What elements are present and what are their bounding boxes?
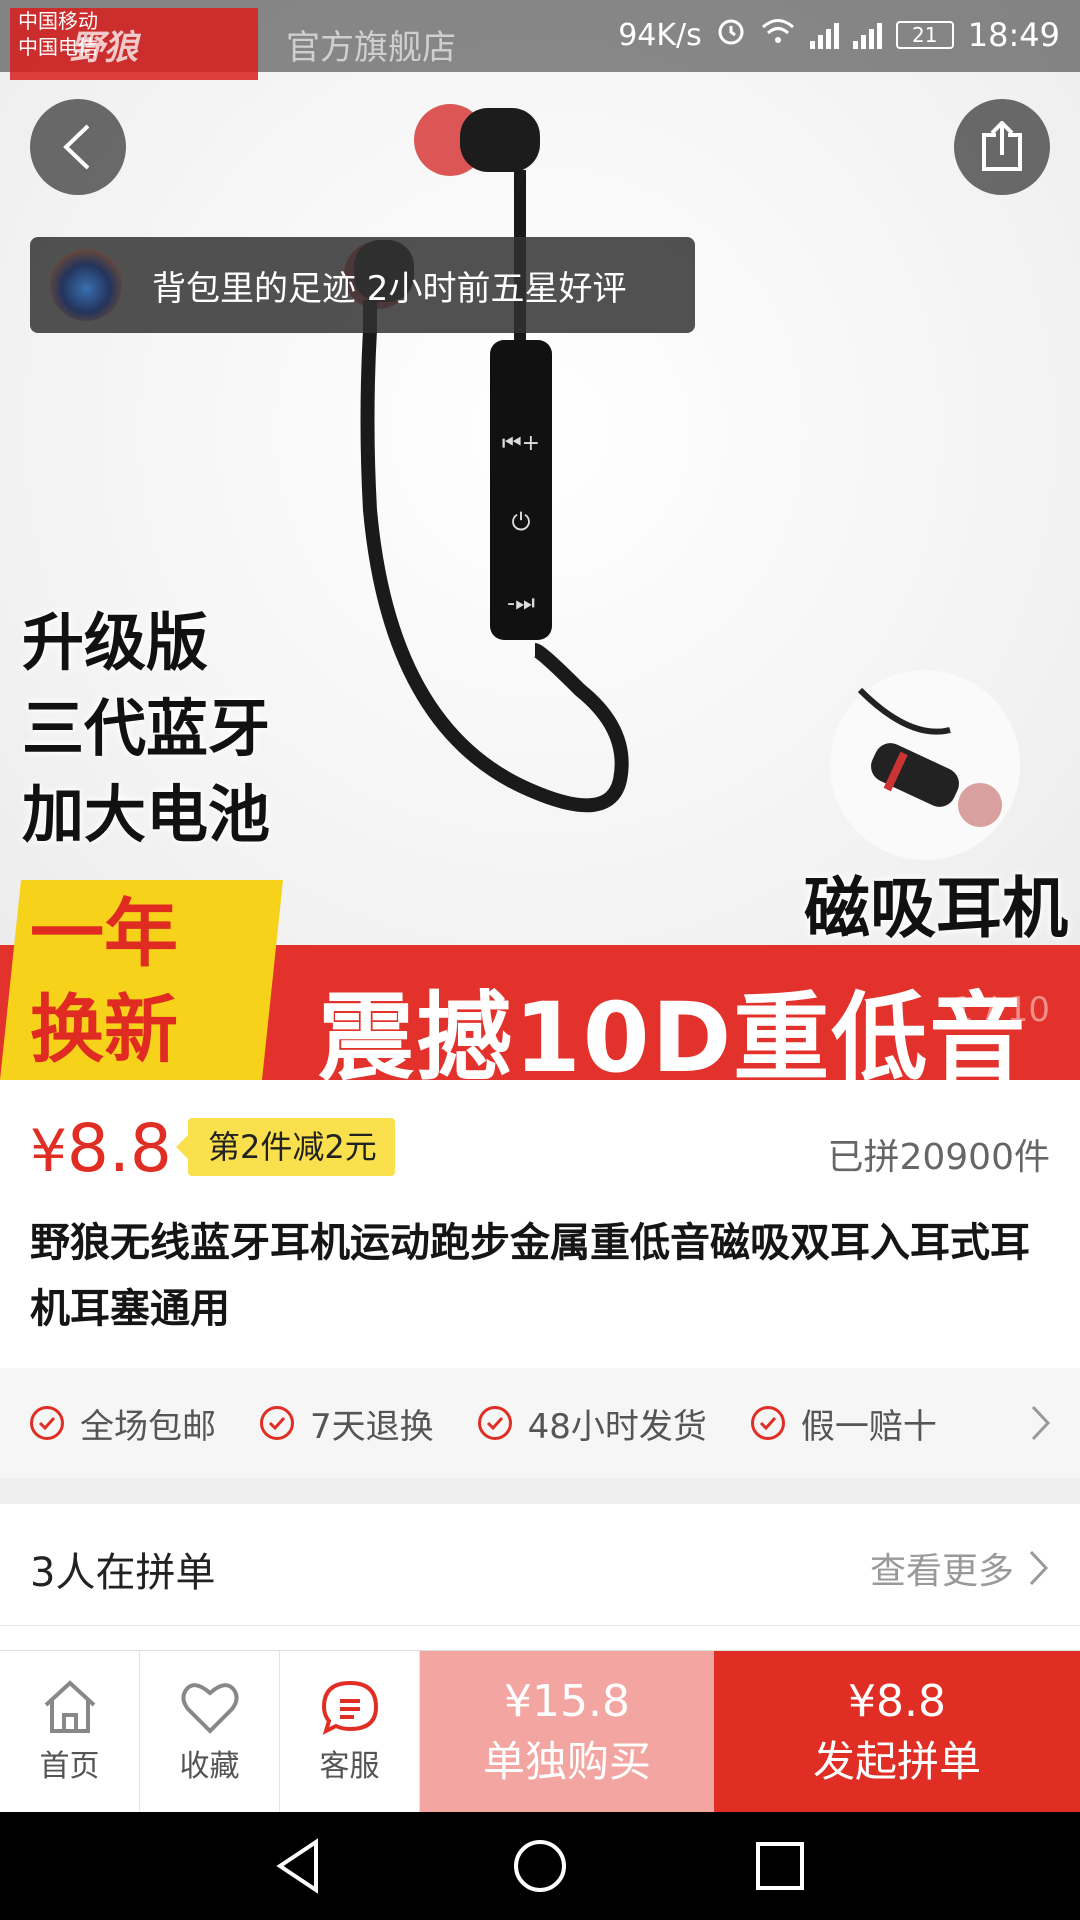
year-line: 一年 bbox=[30, 891, 178, 977]
battery-icon: 21 bbox=[895, 21, 954, 49]
service-item: 假一赔十 bbox=[750, 1399, 937, 1448]
promo-line: 三代蓝牙 bbox=[22, 692, 271, 765]
sold-count: 已拼20900件 bbox=[827, 1137, 1050, 1178]
customer-service-tab[interactable]: 客服 bbox=[280, 1651, 420, 1813]
group-buy-price: ¥8.8 bbox=[848, 1676, 946, 1727]
see-more-label: 查看更多 bbox=[869, 1551, 1014, 1592]
group-buy-row[interactable]: 3人在拼单 查看更多 bbox=[0, 1504, 1080, 1626]
signal-icon-2 bbox=[852, 21, 882, 49]
review-toast: 背包里的足迹 2小时前五星好评 bbox=[30, 237, 695, 333]
wifi-icon bbox=[760, 16, 796, 54]
reviewer-avatar bbox=[50, 249, 122, 321]
start-group-buy-button[interactable]: ¥8.8 发起拼单 bbox=[714, 1651, 1080, 1813]
service-item: 全场包邮 bbox=[30, 1399, 216, 1448]
image-page-indicator: 1 / 10 bbox=[952, 990, 1050, 1030]
price-row: ¥8.8 第2件减2元 已拼20900件 bbox=[30, 1110, 1050, 1190]
carrier-1: 中国移动 bbox=[18, 9, 98, 33]
service-label: 48小时发货 bbox=[527, 1406, 707, 1447]
heart-icon bbox=[180, 1683, 239, 1734]
earphone-illustration: ⏮+ ⏻ -⏭ bbox=[344, 104, 629, 813]
promo-line: 加大电池 bbox=[22, 778, 271, 851]
chevron-left-icon bbox=[63, 124, 90, 170]
carrier-info: 中国移动 中国电信 bbox=[18, 8, 98, 60]
back-button[interactable] bbox=[30, 99, 126, 195]
nav-recents-icon[interactable] bbox=[750, 1836, 810, 1896]
customer-service-label: 客服 bbox=[319, 1749, 380, 1784]
chat-bubble-icon bbox=[321, 1680, 378, 1735]
network-speed: 94K/s bbox=[618, 17, 702, 53]
service-label: 全场包邮 bbox=[80, 1406, 216, 1447]
system-navigation-bar bbox=[0, 1812, 1080, 1920]
home-icon bbox=[44, 1680, 95, 1733]
year-warranty-text: 一年 换新 bbox=[30, 886, 178, 1078]
currency-symbol: ¥ bbox=[30, 1117, 67, 1185]
service-label: 7天退换 bbox=[310, 1406, 434, 1447]
favorite-label: 收藏 bbox=[179, 1749, 240, 1784]
service-label: 假一赔十 bbox=[800, 1406, 937, 1447]
promo-line: 升级版 bbox=[22, 606, 209, 679]
share-icon bbox=[982, 121, 1022, 171]
svg-text:⏻: ⏻ bbox=[512, 508, 531, 536]
review-toast-text: 背包里的足迹 2小时前五星好评 bbox=[152, 268, 627, 309]
share-button[interactable] bbox=[954, 99, 1050, 195]
status-indicators: 94K/s 21 18:49 bbox=[618, 16, 1060, 54]
promo-text-block: 升级版 三代蓝牙 加大电池 bbox=[22, 600, 270, 858]
home-tab[interactable]: 首页 bbox=[0, 1651, 140, 1813]
bottom-action-bar: 首页 收藏 客服 ¥15.8 单独购买 ¥8.8 发起拼单 bbox=[0, 1650, 1080, 1813]
svg-text:⏮+: ⏮+ bbox=[502, 431, 540, 456]
service-guarantee-bar[interactable]: 全场包邮 7天退换 48小时发货 假一赔十 bbox=[0, 1368, 1080, 1478]
service-item: 7天退换 bbox=[260, 1399, 434, 1448]
nav-home-icon[interactable] bbox=[510, 1836, 570, 1896]
chevron-right-icon bbox=[1030, 1404, 1052, 1446]
carrier-2: 中国电信 bbox=[18, 35, 98, 59]
buy-alone-price: ¥15.8 bbox=[504, 1676, 630, 1727]
alarm-icon bbox=[716, 16, 746, 54]
check-circle-icon bbox=[30, 1406, 64, 1440]
group-buy-title: 3人在拼单 bbox=[30, 1550, 216, 1596]
home-label: 首页 bbox=[39, 1749, 100, 1784]
section-divider bbox=[0, 1478, 1080, 1504]
nav-back-icon[interactable] bbox=[270, 1836, 330, 1896]
year-line: 换新 bbox=[30, 987, 178, 1073]
favorite-tab[interactable]: 收藏 bbox=[140, 1651, 280, 1813]
buy-alone-button[interactable]: ¥15.8 单独购买 bbox=[420, 1651, 714, 1813]
bass-slogan: 震撼10D重低音 bbox=[318, 982, 1028, 1080]
see-more-link[interactable]: 查看更多 bbox=[870, 1542, 1050, 1594]
svg-text:-⏭: -⏭ bbox=[507, 591, 535, 616]
product-price: ¥8.8 bbox=[30, 1110, 172, 1187]
check-circle-icon bbox=[260, 1406, 294, 1440]
group-buy-label: 发起拼单 bbox=[812, 1737, 981, 1786]
buy-alone-label: 单独购买 bbox=[482, 1737, 651, 1786]
status-bar: 野狼 中国移动 中国电信 官方旗舰店 94K/s 21 18:49 bbox=[0, 0, 1080, 80]
check-circle-icon bbox=[477, 1406, 512, 1440]
product-image-carousel[interactable]: ⏮+ ⏻ -⏭ 野狼 中国移动 中国电信 官方旗舰店 94K/s 21 18:4… bbox=[0, 0, 1080, 1080]
store-name: 官方旗舰店 bbox=[286, 28, 456, 68]
clock: 18:49 bbox=[967, 16, 1060, 54]
magnet-label: 磁吸耳机 bbox=[804, 870, 1068, 947]
discount-tag: 第2件减2元 bbox=[176, 1118, 395, 1176]
signal-icon bbox=[809, 21, 839, 49]
magnet-earbuds-thumbnail bbox=[830, 670, 1020, 860]
chevron-right-icon bbox=[1029, 1550, 1049, 1586]
price-value: 8.8 bbox=[66, 1110, 172, 1187]
service-item: 48小时发货 bbox=[477, 1399, 707, 1448]
product-title: 野狼无线蓝牙耳机运动跑步金属重低音磁吸双耳入耳式耳机耳塞通用 bbox=[30, 1220, 1030, 1332]
check-circle-icon bbox=[750, 1406, 785, 1440]
